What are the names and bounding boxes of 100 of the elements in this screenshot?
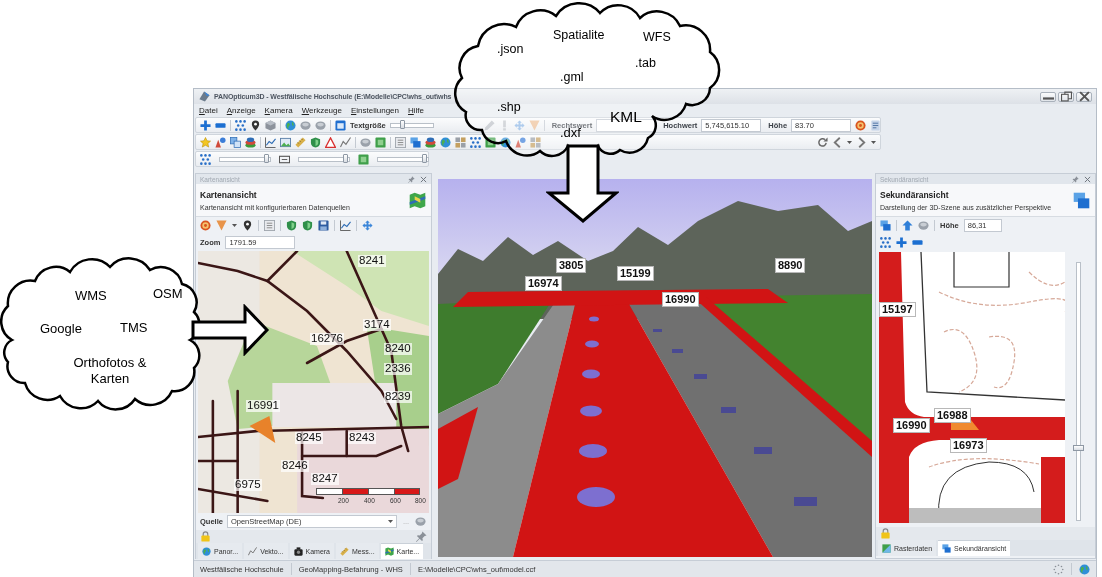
slider-thumb[interactable] (264, 153, 269, 163)
map-label: 8246 (281, 460, 309, 472)
globe-icon (202, 547, 211, 556)
pushpin-icon[interactable] (1072, 175, 1079, 183)
pushpin-icon[interactable] (415, 531, 427, 542)
caret-icon[interactable] (871, 140, 876, 144)
target-icon[interactable] (855, 119, 867, 131)
map-label: 16973 (949, 438, 987, 453)
shield-icon[interactable] (302, 220, 313, 231)
star-icon[interactable] (200, 136, 211, 148)
map-label: 16276 (310, 333, 344, 345)
window-icon[interactable] (335, 119, 346, 131)
cloud-label: OSM (153, 287, 183, 300)
chevron-right-icon[interactable] (856, 136, 867, 148)
restore-button[interactable] (1058, 91, 1074, 102)
lock-icon[interactable] (879, 528, 891, 539)
chevron-left-icon[interactable] (832, 136, 843, 148)
move-icon[interactable] (362, 220, 373, 231)
up-arrow-icon[interactable] (901, 220, 913, 231)
line-chart-icon[interactable] (340, 220, 351, 231)
pushpin-icon[interactable] (407, 175, 415, 183)
target-icon[interactable] (200, 220, 211, 231)
polyline-icon (248, 547, 258, 556)
spinner-icon (1053, 563, 1064, 575)
minimize-button[interactable] (1040, 91, 1056, 102)
slider-thumb[interactable] (343, 153, 348, 163)
slider-track[interactable] (1076, 262, 1082, 521)
lock-icon[interactable] (200, 531, 211, 542)
disc-icon[interactable] (360, 136, 371, 148)
document-icon[interactable] (870, 119, 882, 131)
cloud-label: TMS (120, 321, 148, 334)
globe-icon[interactable] (500, 136, 511, 148)
grid-icon[interactable] (530, 136, 541, 148)
windows-icon[interactable] (879, 220, 891, 231)
map-label: 16991 (246, 400, 280, 412)
close-icon[interactable] (419, 175, 427, 183)
map-label: 8247 (311, 473, 339, 485)
panel-title: Kartenansicht (200, 189, 258, 200)
slider-track[interactable] (219, 156, 271, 162)
ruler-icon[interactable] (295, 136, 306, 148)
refresh-icon[interactable] (817, 136, 828, 148)
shapes-icon[interactable] (215, 136, 226, 148)
disc-icon[interactable] (917, 220, 929, 231)
disc-icon[interactable] (415, 516, 427, 527)
slider-track[interactable] (377, 156, 429, 162)
cloud-label: WMS (75, 289, 107, 302)
plus-icon[interactable] (895, 237, 907, 248)
map-pin-icon[interactable] (242, 220, 253, 231)
map-label: 8243 (348, 432, 376, 444)
map-label: 8890 (774, 258, 806, 273)
close-icon[interactable] (1084, 175, 1091, 183)
cloud-label: Spatialite (553, 29, 605, 42)
minus-icon[interactable] (911, 237, 923, 248)
menu-item[interactable]: Werkzeuge (301, 106, 342, 115)
slider-thumb[interactable] (421, 153, 427, 163)
caret-icon[interactable] (232, 224, 237, 227)
panel-title: Sekundäransicht (879, 189, 950, 200)
list-icon[interactable] (395, 136, 406, 148)
list-icon[interactable] (264, 220, 275, 231)
shield-icon[interactable] (286, 220, 297, 231)
menu-item[interactable]: Kamera (264, 106, 293, 115)
cloud-label: .shp (497, 101, 521, 114)
grid-icon[interactable] (455, 136, 466, 148)
caret-icon[interactable] (847, 140, 852, 144)
windows-icon[interactable] (410, 136, 421, 148)
image-icon[interactable] (280, 136, 291, 148)
dots-icon[interactable] (235, 119, 246, 131)
stack-icon[interactable] (245, 136, 256, 148)
slider-thumb[interactable] (400, 119, 406, 129)
shield-icon[interactable] (310, 136, 321, 148)
dots-icon[interactable] (879, 237, 891, 248)
menu-item[interactable]: Einstellungen (350, 106, 399, 115)
menu-item[interactable]: Anzeige (226, 106, 256, 115)
layers-icon[interactable] (230, 136, 241, 148)
map-pin-icon[interactable] (250, 119, 261, 131)
windows-icon (942, 544, 952, 553)
slider-track[interactable] (298, 156, 350, 162)
disc-icon[interactable] (315, 119, 326, 131)
polyline-icon[interactable] (340, 136, 351, 148)
slider-track[interactable] (389, 122, 434, 128)
map-label: 8245 (295, 432, 323, 444)
menu-item[interactable]: Datei (199, 106, 218, 115)
dots-icon[interactable] (470, 136, 481, 148)
disc-icon[interactable] (300, 119, 311, 131)
menu-item[interactable]: Hilfe (408, 106, 425, 115)
square-icon[interactable] (485, 136, 496, 148)
frame-icon[interactable] (279, 153, 290, 165)
warning-triangle-icon[interactable] (325, 136, 336, 148)
funnel-icon[interactable] (216, 220, 227, 231)
slider-thumb[interactable] (1073, 445, 1085, 452)
cloud-label: WFS (643, 31, 671, 44)
camera-icon (293, 547, 303, 556)
close-button[interactable] (1076, 91, 1092, 102)
stack-icon[interactable] (425, 136, 436, 148)
dots-icon[interactable] (200, 153, 211, 165)
cloud-label: KML (610, 109, 642, 125)
restore-icon (1060, 91, 1072, 102)
plus-icon[interactable] (200, 119, 211, 131)
line-chart-icon[interactable] (265, 136, 276, 148)
save-icon[interactable] (318, 220, 329, 231)
